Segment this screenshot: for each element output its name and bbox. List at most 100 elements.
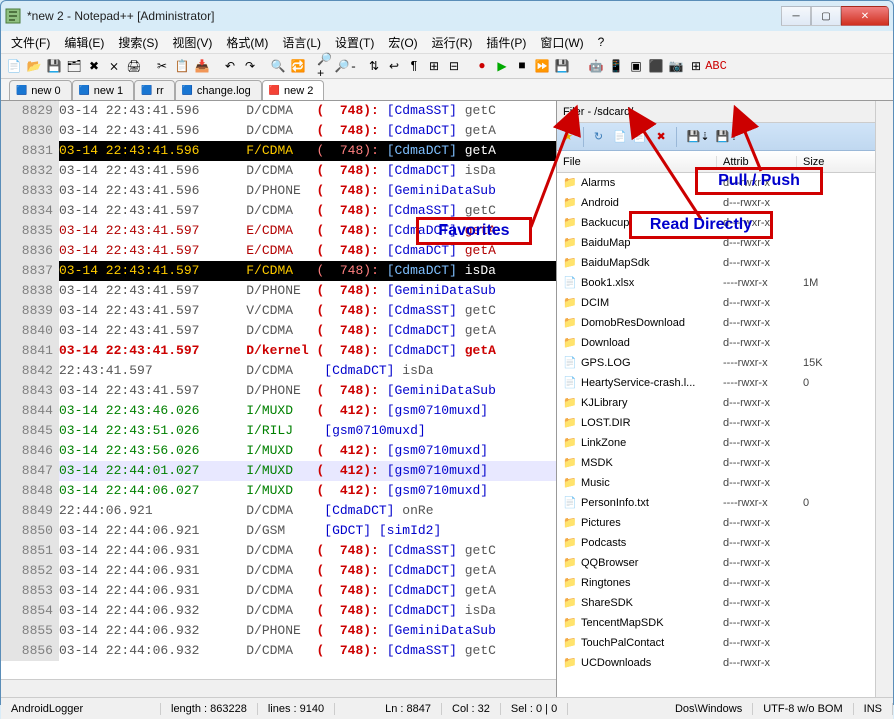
fold-icon[interactable]: ⊟ xyxy=(445,57,463,75)
sync-scroll-icon[interactable]: ⇅ xyxy=(365,57,383,75)
open-file-icon[interactable]: 📂 xyxy=(25,57,43,75)
device-icon[interactable]: 📱 xyxy=(607,57,625,75)
code-line[interactable]: 03-14 22:43:56.026 I/MUXD ( 412): [gsm07… xyxy=(59,441,556,461)
favorite-icon[interactable]: ★ xyxy=(563,130,573,143)
save-all-icon[interactable]: 🗂 xyxy=(65,57,83,75)
redo-icon[interactable]: ↷ xyxy=(241,57,259,75)
code-line[interactable]: 03-14 22:44:01.027 I/MUXD ( 412): [gsm07… xyxy=(59,461,556,481)
file-row[interactable]: 📁Ringtonesd---rwxr-x xyxy=(557,573,893,593)
open-direct2-icon[interactable]: 📄 xyxy=(633,130,647,143)
record-macro-icon[interactable]: ● xyxy=(473,57,491,75)
play-macro-icon[interactable]: ▶ xyxy=(493,57,511,75)
multi-play-icon[interactable]: ⏩ xyxy=(533,57,551,75)
code-line[interactable]: 03-14 22:43:41.597 D/CDMA ( 748): [CdmaD… xyxy=(59,321,556,341)
file-row[interactable]: 📁KJLibraryd---rwxr-x xyxy=(557,393,893,413)
code-line[interactable]: 03-14 22:43:41.596 D/CDMA ( 748): [CdmaS… xyxy=(59,101,556,121)
code-line[interactable]: 03-14 22:44:06.931 D/CDMA ( 748): [CdmaD… xyxy=(59,561,556,581)
file-row[interactable]: 📁DomobResDownloadd---rwxr-x xyxy=(557,313,893,333)
new-file-icon[interactable]: 📄 xyxy=(5,57,23,75)
code-line[interactable]: 03-14 22:43:41.597 D/PHONE ( 748): [Gemi… xyxy=(59,281,556,301)
android-icon[interactable]: 🤖 xyxy=(587,57,605,75)
filer-scrollbar[interactable] xyxy=(875,173,893,677)
menu-item[interactable]: 窗口(W) xyxy=(534,32,589,53)
delete-icon[interactable]: ✖ xyxy=(657,130,666,143)
file-row[interactable]: 📁ShareSDKd---rwxr-x xyxy=(557,593,893,613)
code-line[interactable]: 03-14 22:44:06.932 D/CDMA ( 748): [CdmaS… xyxy=(59,641,556,661)
file-row[interactable]: 📄HeartyService-crash.l...----rwxr-x0 xyxy=(557,373,893,393)
horizontal-scrollbar[interactable] xyxy=(1,679,556,697)
replace-icon[interactable]: 🔁 xyxy=(289,57,307,75)
code-line[interactable]: 22:44:06.921 D/CDMA [CdmaDCT] onRe xyxy=(59,501,556,521)
pull-icon[interactable]: 💾⇣ xyxy=(687,130,710,143)
menu-item[interactable]: 编辑(E) xyxy=(58,32,110,53)
indent-guide-icon[interactable]: ⊞ xyxy=(425,57,443,75)
spellcheck-icon[interactable]: ABC xyxy=(707,57,725,75)
menu-item[interactable]: 文件(F) xyxy=(5,32,56,53)
invisible-chars-icon[interactable]: ¶ xyxy=(405,57,423,75)
minimize-button[interactable]: ─ xyxy=(781,6,811,26)
code-line[interactable]: 03-14 22:44:06.931 D/CDMA ( 748): [CdmaD… xyxy=(59,581,556,601)
menu-item[interactable]: ? xyxy=(592,33,611,51)
code-line[interactable]: 03-14 22:44:06.931 D/CDMA ( 748): [CdmaS… xyxy=(59,541,556,561)
menu-item[interactable]: 语言(L) xyxy=(276,32,327,53)
menu-item[interactable]: 设置(T) xyxy=(329,32,380,53)
copy-icon[interactable]: 📋 xyxy=(173,57,191,75)
stop-macro-icon[interactable]: ■ xyxy=(513,57,531,75)
close-button[interactable]: ✕ xyxy=(841,6,889,26)
code-line[interactable]: 03-14 22:43:41.596 D/PHONE ( 748): [Gemi… xyxy=(59,181,556,201)
editor-text-area[interactable]: 03-14 22:43:41.596 D/CDMA ( 748): [CdmaS… xyxy=(59,101,556,661)
hex-icon[interactable]: ⊞ xyxy=(687,57,705,75)
file-row[interactable]: 📁LOST.DIRd---rwxr-x xyxy=(557,413,893,433)
code-line[interactable]: 03-14 22:43:41.596 D/CDMA ( 748): [CdmaD… xyxy=(59,121,556,141)
menu-item[interactable]: 格式(M) xyxy=(220,32,274,53)
save-icon[interactable]: 💾 xyxy=(45,57,63,75)
cut-icon[interactable]: ✂ xyxy=(153,57,171,75)
tab[interactable]: 🟥new 2 xyxy=(262,80,325,100)
col-attr[interactable]: Attrib xyxy=(717,156,797,168)
file-row[interactable]: 📁DCIMd---rwxr-x xyxy=(557,293,893,313)
zoom-out-icon[interactable]: 🔎- xyxy=(337,57,355,75)
refresh-icon[interactable]: ↻ xyxy=(594,130,603,143)
save-macro-icon[interactable]: 💾 xyxy=(553,57,571,75)
file-row[interactable]: 📁TouchPalContactd---rwxr-x xyxy=(557,633,893,653)
close-file-icon[interactable]: ✖ xyxy=(85,57,103,75)
code-line[interactable]: 03-14 22:44:06.027 I/MUXD ( 412): [gsm07… xyxy=(59,481,556,501)
file-row[interactable]: 📁MSDKd---rwxr-x xyxy=(557,453,893,473)
menu-item[interactable]: 运行(R) xyxy=(426,32,479,53)
file-row[interactable]: 📁Podcastsd---rwxr-x xyxy=(557,533,893,553)
col-file[interactable]: File xyxy=(557,156,717,168)
file-row[interactable]: 📁Downloadd---rwxr-x xyxy=(557,333,893,353)
close-all-icon[interactable]: ⨯ xyxy=(105,57,123,75)
file-row[interactable]: 📄Book1.xlsx----rwxr-x1M xyxy=(557,273,893,293)
file-row[interactable]: 📁Androidd---rwxr-x xyxy=(557,193,893,213)
file-row[interactable]: 📁UCDownloadsd---rwxr-x xyxy=(557,653,893,673)
code-line[interactable]: 03-14 22:43:41.597 V/CDMA ( 748): [CdmaS… xyxy=(59,301,556,321)
paste-icon[interactable]: 📥 xyxy=(193,57,211,75)
zoom-in-icon[interactable]: 🔎+ xyxy=(317,57,335,75)
file-row[interactable]: 📄PersonInfo.txt----rwxr-x0 xyxy=(557,493,893,513)
file-row[interactable]: 📁TencentMapSDKd---rwxr-x xyxy=(557,613,893,633)
code-line[interactable]: 03-14 22:43:46.026 I/MUXD ( 412): [gsm07… xyxy=(59,401,556,421)
code-line[interactable]: 03-14 22:43:51.026 I/RILJ [gsm0710muxd] xyxy=(59,421,556,441)
tab[interactable]: 🟦rr xyxy=(134,80,175,100)
file-row[interactable]: 📁LinkZoned---rwxr-x xyxy=(557,433,893,453)
code-line[interactable]: 22:43:41.597 D/CDMA [CdmaDCT] isDa xyxy=(59,361,556,381)
code-line[interactable]: 03-14 22:43:41.597 D/PHONE ( 748): [Gemi… xyxy=(59,381,556,401)
menu-item[interactable]: 插件(P) xyxy=(480,32,532,53)
cmd-icon[interactable]: ⬛ xyxy=(647,57,665,75)
find-icon[interactable]: 🔍 xyxy=(269,57,287,75)
code-line[interactable]: 03-14 22:43:41.596 D/CDMA ( 748): [CdmaD… xyxy=(59,161,556,181)
open-direct-icon[interactable]: 📄 xyxy=(613,130,627,143)
code-line[interactable]: 03-14 22:43:41.597 F/CDMA ( 748): [CdmaD… xyxy=(59,261,556,281)
print-icon[interactable]: 🖨 xyxy=(125,57,143,75)
file-row[interactable]: 📁QQBrowserd---rwxr-x xyxy=(557,553,893,573)
tab[interactable]: 🟦new 0 xyxy=(9,80,72,100)
filer-list[interactable]: 📁Alarmsd---rwxr-x📁Androidd---rwxr-x📁Back… xyxy=(557,173,893,677)
code-line[interactable]: 03-14 22:44:06.921 D/GSM [GDCT] [simId2] xyxy=(59,521,556,541)
code-line[interactable]: 03-14 22:43:41.596 F/CDMA ( 748): [CdmaD… xyxy=(59,141,556,161)
file-row[interactable]: 📁BaiduMapSdkd---rwxr-x xyxy=(557,253,893,273)
code-line[interactable]: 03-14 22:44:06.932 D/PHONE ( 748): [Gemi… xyxy=(59,621,556,641)
undo-icon[interactable]: ↶ xyxy=(221,57,239,75)
menu-item[interactable]: 视图(V) xyxy=(166,32,218,53)
push-icon[interactable]: 💾⇡ xyxy=(716,130,739,143)
